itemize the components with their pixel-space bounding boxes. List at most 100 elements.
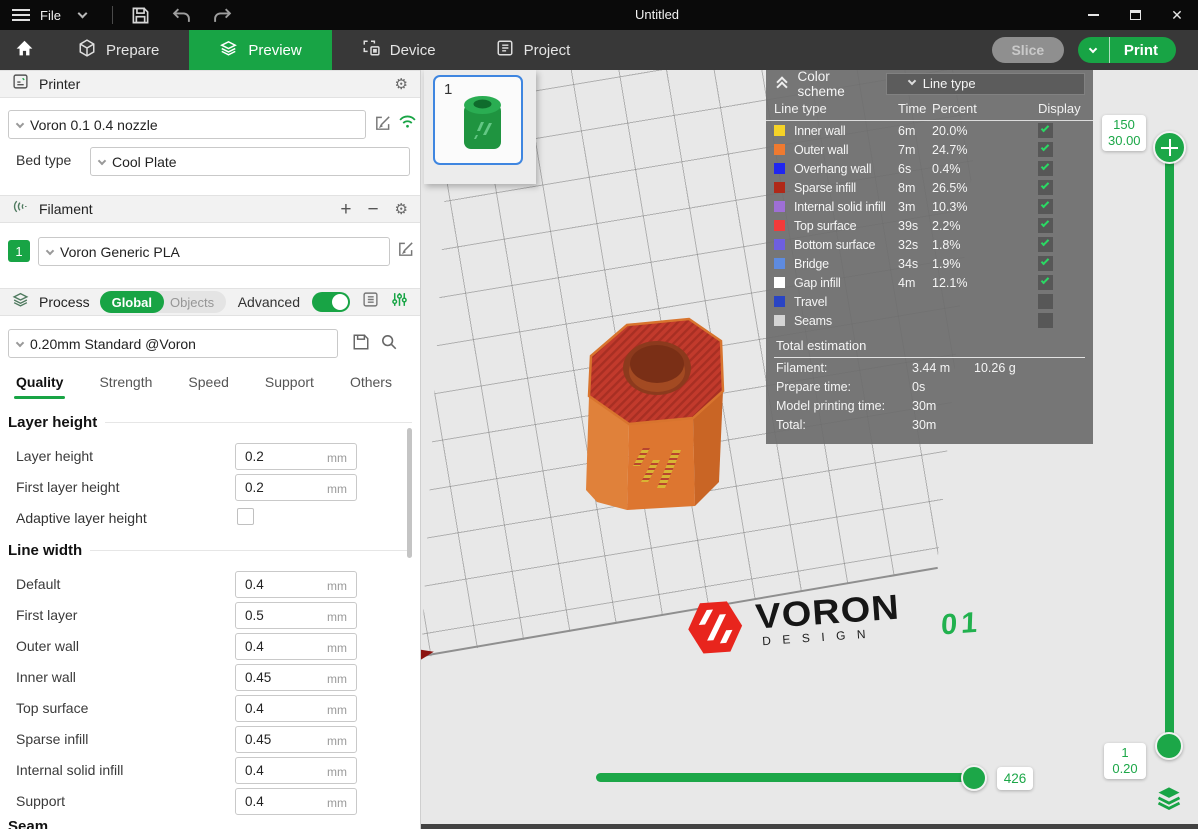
add-filament-button[interactable]: + (340, 200, 351, 219)
display-checkbox[interactable] (1038, 294, 1053, 309)
line-type-dropdown[interactable]: Line type (886, 73, 1085, 95)
advanced-toggle[interactable] (312, 292, 350, 312)
param-input[interactable]: 0.45 mm (235, 664, 357, 691)
param-input[interactable]: 0.5 mm (235, 602, 357, 629)
line-type-percent: 20.0% (932, 124, 1036, 138)
param-unit: mm (327, 703, 347, 717)
print-dropdown-button[interactable] (1078, 37, 1110, 63)
redo-icon[interactable] (213, 7, 232, 24)
minimize-button[interactable] (1072, 0, 1114, 30)
wifi-icon[interactable] (398, 113, 417, 134)
tab-device[interactable]: Device (332, 30, 466, 70)
param-row: Inner wall 0.45 mm (0, 663, 420, 693)
save-preset-icon[interactable] (352, 333, 370, 356)
filament-preset-dropdown[interactable]: Voron Generic PLA (38, 237, 390, 266)
display-checkbox[interactable] (1038, 275, 1053, 290)
viewport-bottom-edge (421, 824, 1198, 829)
layer-slider-top-handle[interactable] (1153, 131, 1186, 164)
slice-button[interactable]: Slice (992, 37, 1064, 63)
tab-project[interactable]: Project (466, 30, 601, 70)
tune-icon[interactable] (391, 291, 408, 313)
maximize-button[interactable] (1114, 0, 1156, 30)
gear-icon[interactable]: ⚙ (395, 202, 408, 217)
line-type-swatch (774, 277, 785, 288)
param-value: 0.4 (245, 639, 264, 654)
tab-prepare[interactable]: Prepare (48, 30, 189, 70)
sliced-model[interactable] (573, 298, 741, 516)
display-checkbox[interactable] (1038, 142, 1053, 157)
preview-viewport[interactable]: VORON DESIGN 01 (421, 70, 1198, 829)
close-button[interactable]: ✕ (1156, 0, 1198, 30)
collapse-icon[interactable] (776, 78, 790, 90)
legend-row: Bottom surface 32s 1.8% (766, 235, 1093, 254)
line-type-percent: 24.7% (932, 143, 1036, 157)
line-type-label: Gap infill (794, 276, 898, 290)
process-preset-dropdown[interactable]: 0.20mm Standard @Voron (8, 329, 338, 358)
display-checkbox[interactable] (1038, 180, 1053, 195)
param-input[interactable]: 0.2 mm (235, 443, 357, 470)
param-input[interactable]: 0.4 mm (235, 788, 357, 815)
display-checkbox[interactable] (1038, 256, 1053, 271)
param-unit: mm (327, 641, 347, 655)
scope-toggle: Global Objects (100, 291, 227, 313)
search-icon[interactable] (380, 333, 398, 356)
line-type-swatch (774, 163, 785, 174)
layers-button[interactable] (1154, 783, 1184, 816)
plate-thumbnail[interactable]: 1 (433, 75, 523, 165)
param-input[interactable]: 0.4 mm (235, 571, 357, 598)
tab-preview[interactable]: Preview (189, 30, 331, 70)
gear-icon[interactable]: ⚙ (395, 77, 408, 92)
layer-slider-bottom-handle[interactable] (1155, 732, 1183, 760)
param-input[interactable]: 0.4 mm (235, 633, 357, 660)
display-checkbox[interactable] (1038, 161, 1053, 176)
tab-others[interactable]: Others (350, 368, 392, 399)
param-label: Top surface (16, 700, 88, 716)
undo-icon[interactable] (172, 7, 191, 24)
chevron-down-icon (1089, 45, 1097, 53)
param-input[interactable]: 0.45 mm (235, 726, 357, 753)
bed-type-dropdown[interactable]: Cool Plate (90, 147, 410, 176)
display-checkbox[interactable] (1038, 313, 1053, 328)
adaptive-layer-checkbox[interactable] (237, 508, 254, 525)
line-type-percent: 10.3% (932, 200, 1036, 214)
check-icon (1041, 162, 1049, 170)
param-input[interactable]: 0.4 mm (235, 757, 357, 784)
menu-icon[interactable] (12, 9, 30, 21)
move-slider-track[interactable] (596, 773, 986, 782)
layer-slider-track[interactable] (1165, 147, 1174, 752)
remove-filament-button[interactable]: − (367, 200, 378, 219)
sidebar-scrollbar-thumb[interactable] (407, 428, 412, 558)
display-checkbox[interactable] (1038, 218, 1053, 233)
param-input[interactable]: 0.4 mm (235, 695, 357, 722)
legend-row: Outer wall 7m 24.7% (766, 140, 1093, 159)
bed-type-value: Cool Plate (112, 154, 177, 170)
tab-strength[interactable]: Strength (99, 368, 152, 399)
move-slider-handle[interactable] (961, 765, 987, 791)
param-label: Internal solid infill (16, 762, 123, 778)
tab-support[interactable]: Support (265, 368, 314, 399)
tab-speed[interactable]: Speed (188, 368, 228, 399)
display-checkbox[interactable] (1038, 123, 1053, 138)
line-type-percent: 26.5% (932, 181, 1036, 195)
param-value: 0.45 (245, 670, 271, 685)
param-input[interactable]: 0.2 mm (235, 474, 357, 501)
line-type-swatch (774, 182, 785, 193)
filament-slot-badge[interactable]: 1 (8, 240, 30, 262)
display-checkbox[interactable] (1038, 237, 1053, 252)
list-icon[interactable] (362, 291, 379, 313)
chevron-down-icon[interactable] (78, 9, 88, 19)
project-icon (496, 39, 514, 61)
scope-global-button[interactable]: Global (100, 291, 164, 313)
home-button[interactable] (0, 30, 48, 70)
printer-preset-dropdown[interactable]: Voron 0.1 0.4 nozzle (8, 110, 366, 139)
edit-icon[interactable] (397, 240, 415, 263)
print-button[interactable]: Print (1110, 42, 1176, 59)
scope-objects-button[interactable]: Objects (164, 295, 226, 310)
display-checkbox[interactable] (1038, 199, 1053, 214)
line-type-label: Bridge (794, 257, 898, 271)
tab-quality[interactable]: Quality (16, 368, 63, 399)
file-menu[interactable]: File (40, 8, 61, 23)
edit-icon[interactable] (374, 114, 392, 137)
main-nav: Prepare Preview Device (0, 30, 1198, 70)
save-icon[interactable] (131, 6, 150, 25)
